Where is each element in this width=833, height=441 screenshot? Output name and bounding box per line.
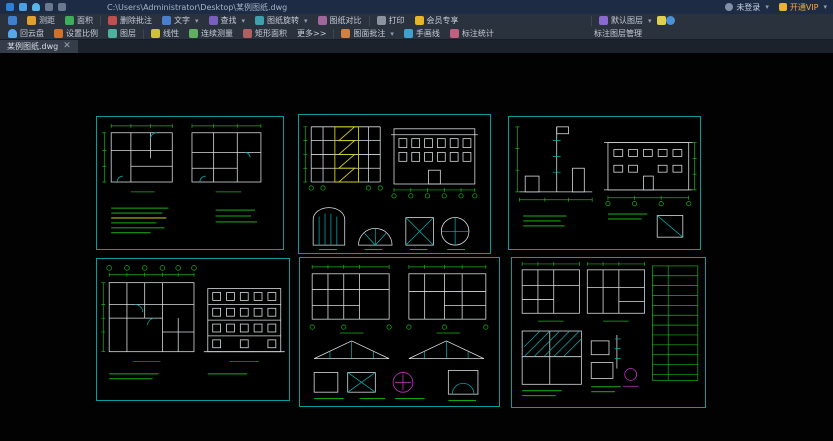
cloud-icon[interactable] bbox=[32, 3, 40, 11]
continuous-measure-button[interactable]: 连续测量 bbox=[184, 27, 238, 40]
redo-icon[interactable] bbox=[58, 3, 66, 11]
pen-icon bbox=[404, 29, 413, 38]
layer-dropdown[interactable]: 默认图层 bbox=[594, 14, 657, 27]
eraser-icon bbox=[108, 16, 117, 25]
area-icon bbox=[65, 16, 74, 25]
rect-area-button[interactable]: 矩形面积 bbox=[238, 27, 292, 40]
set-scale-button[interactable]: 设置比例 bbox=[49, 27, 103, 40]
sheet-2-drawing bbox=[299, 115, 490, 253]
compare-drawing-button[interactable]: 图纸对比 bbox=[313, 14, 367, 27]
sheet-6-drawing bbox=[512, 258, 705, 407]
sheet-3-drawing bbox=[509, 117, 700, 249]
layers-icon bbox=[108, 29, 117, 38]
layer-manage-button[interactable]: 标注图层管理 bbox=[589, 27, 647, 40]
crown-icon bbox=[415, 16, 424, 25]
drawing-sheet-6 bbox=[511, 257, 706, 408]
annotation-button[interactable]: 图面批注 bbox=[336, 27, 399, 40]
cloud-drive-button[interactable]: 回云盘 bbox=[3, 27, 49, 40]
linear-icon bbox=[151, 29, 160, 38]
search-icon bbox=[209, 16, 218, 25]
ruler-icon bbox=[27, 16, 36, 25]
tab-label: 某例图纸.dwg bbox=[7, 41, 58, 52]
drawing-sheet-1 bbox=[96, 116, 284, 250]
sheet-1-drawing bbox=[97, 117, 283, 249]
measure-distance-button[interactable]: 测距 bbox=[22, 14, 60, 27]
stats-icon bbox=[450, 29, 459, 38]
vip-label: 开通VIP bbox=[790, 2, 819, 13]
drawing-sheet-2 bbox=[298, 114, 491, 254]
ribbon-toolbar: 测距 面积 删除批注 文字 查找 图纸旋转 图纸对比 打印 bbox=[0, 14, 833, 40]
separator bbox=[100, 16, 101, 26]
measure-area-button[interactable]: 面积 bbox=[60, 14, 98, 27]
layers-button[interactable]: 图层 bbox=[103, 27, 141, 40]
sheet-4-drawing bbox=[97, 259, 289, 400]
annotation-icon bbox=[341, 29, 350, 38]
printer-icon bbox=[377, 16, 386, 25]
crown-icon bbox=[779, 3, 787, 11]
rectangle-icon bbox=[243, 29, 252, 38]
login-label: 未登录 bbox=[736, 2, 760, 13]
drawing-canvas[interactable] bbox=[0, 53, 833, 441]
polyline-icon bbox=[189, 29, 198, 38]
user-icon bbox=[725, 3, 733, 11]
ribbon-row-1: 测距 面积 删除批注 文字 查找 图纸旋转 图纸对比 打印 bbox=[0, 14, 833, 27]
vip-upgrade-button[interactable]: 开通VIP bbox=[779, 2, 827, 13]
text-icon bbox=[162, 16, 171, 25]
edit-layer-icon[interactable] bbox=[657, 16, 666, 25]
document-tab-bar: 某例图纸.dwg ✕ bbox=[0, 40, 833, 53]
separator bbox=[369, 16, 370, 26]
find-button[interactable]: 查找 bbox=[204, 14, 251, 27]
rotate-icon bbox=[255, 16, 264, 25]
ribbon-row-2: 回云盘 设置比例 图层 线性 连续测量 矩形面积 更多>> 图面批注 bbox=[0, 27, 833, 40]
freehand-line-button[interactable]: 手画线 bbox=[399, 27, 445, 40]
undo-icon[interactable] bbox=[45, 3, 53, 11]
grid-icon bbox=[8, 16, 17, 25]
annotation-stats-button[interactable]: 标注统计 bbox=[445, 27, 499, 40]
tab-drawing[interactable]: 某例图纸.dwg ✕ bbox=[0, 40, 78, 53]
rotate-drawing-button[interactable]: 图纸旋转 bbox=[250, 14, 313, 27]
cloud-icon bbox=[8, 29, 17, 38]
layer-search-icon[interactable] bbox=[666, 16, 675, 25]
close-tab-icon[interactable]: ✕ bbox=[63, 42, 71, 51]
separator bbox=[591, 16, 592, 26]
home-icon[interactable] bbox=[19, 3, 27, 11]
app-logo bbox=[6, 3, 14, 11]
print-button[interactable]: 打印 bbox=[372, 14, 410, 27]
more-tools-button[interactable]: 更多>> bbox=[292, 27, 331, 40]
layer-panel: 默认图层 标注图层管理 bbox=[586, 14, 675, 40]
drawing-sheet-3 bbox=[508, 116, 701, 250]
app-menu-button[interactable] bbox=[3, 14, 22, 27]
layer-icon bbox=[599, 16, 608, 25]
text-button[interactable]: 文字 bbox=[157, 14, 204, 27]
drawing-sheet-4 bbox=[96, 258, 290, 401]
vip-features-button[interactable]: 会员专享 bbox=[410, 14, 464, 27]
separator bbox=[333, 29, 334, 39]
linear-measure-button[interactable]: 线性 bbox=[146, 27, 184, 40]
delete-annotation-button[interactable]: 删除批注 bbox=[103, 14, 157, 27]
sheet-5-drawing bbox=[300, 258, 499, 406]
title-bar: C:\Users\Administrator\Desktop\某例图纸.dwg … bbox=[0, 0, 833, 14]
login-button[interactable]: 未登录 bbox=[725, 2, 769, 13]
scale-icon bbox=[54, 29, 63, 38]
compare-icon bbox=[318, 16, 327, 25]
file-path: C:\Users\Administrator\Desktop\某例图纸.dwg bbox=[107, 2, 287, 13]
drawing-sheet-5 bbox=[299, 257, 500, 407]
separator bbox=[143, 29, 144, 39]
